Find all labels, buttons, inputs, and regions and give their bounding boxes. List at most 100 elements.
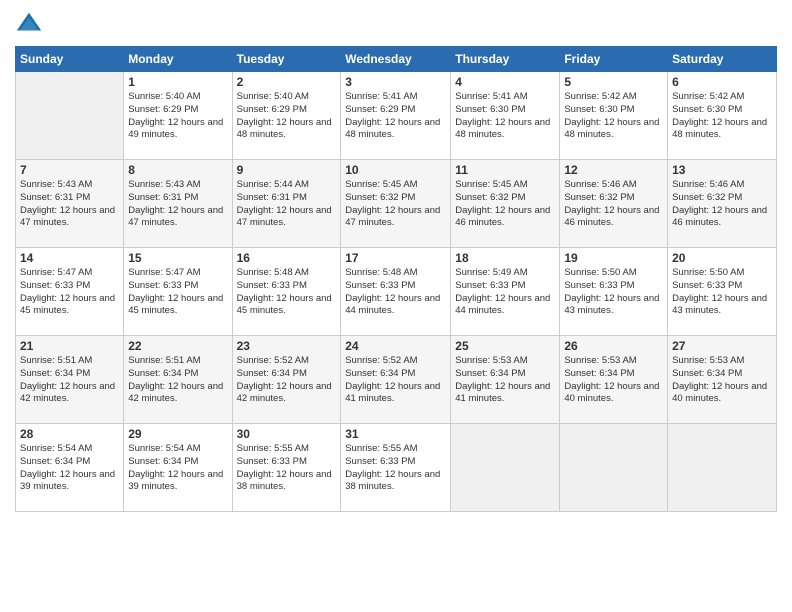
sunrise-label: Sunrise: 5:40 AM (128, 91, 200, 102)
sunset-label: Sunset: 6:32 PM (564, 192, 634, 203)
sunrise-label: Sunrise: 5:48 AM (237, 267, 309, 278)
daylight-label: Daylight: 12 hours and 38 minutes. (237, 469, 332, 493)
daylight-label: Daylight: 12 hours and 43 minutes. (672, 293, 767, 317)
sunset-label: Sunset: 6:34 PM (20, 368, 90, 379)
sunset-label: Sunset: 6:32 PM (672, 192, 742, 203)
day-cell: 28 Sunrise: 5:54 AM Sunset: 6:34 PM Dayl… (16, 424, 124, 512)
daylight-label: Daylight: 12 hours and 45 minutes. (128, 293, 223, 317)
day-cell: 12 Sunrise: 5:46 AM Sunset: 6:32 PM Dayl… (560, 160, 668, 248)
day-cell: 11 Sunrise: 5:45 AM Sunset: 6:32 PM Dayl… (451, 160, 560, 248)
sunset-label: Sunset: 6:33 PM (128, 280, 198, 291)
col-monday: Monday (124, 47, 232, 72)
day-cell (16, 72, 124, 160)
sunset-label: Sunset: 6:32 PM (455, 192, 525, 203)
day-number: 11 (455, 163, 555, 177)
daylight-label: Daylight: 12 hours and 48 minutes. (345, 117, 440, 141)
day-info: Sunrise: 5:41 AM Sunset: 6:30 PM Dayligh… (455, 91, 555, 142)
day-cell: 17 Sunrise: 5:48 AM Sunset: 6:33 PM Dayl… (341, 248, 451, 336)
day-cell: 23 Sunrise: 5:52 AM Sunset: 6:34 PM Dayl… (232, 336, 341, 424)
sunrise-label: Sunrise: 5:46 AM (672, 179, 744, 190)
day-number: 21 (20, 339, 119, 353)
sunrise-label: Sunrise: 5:46 AM (564, 179, 636, 190)
day-cell (451, 424, 560, 512)
day-number: 23 (237, 339, 337, 353)
sunset-label: Sunset: 6:31 PM (128, 192, 198, 203)
day-number: 16 (237, 251, 337, 265)
day-info: Sunrise: 5:47 AM Sunset: 6:33 PM Dayligh… (20, 267, 119, 318)
sunrise-label: Sunrise: 5:53 AM (455, 355, 527, 366)
day-info: Sunrise: 5:41 AM Sunset: 6:29 PM Dayligh… (345, 91, 446, 142)
day-number: 19 (564, 251, 663, 265)
day-number: 9 (237, 163, 337, 177)
daylight-label: Daylight: 12 hours and 47 minutes. (345, 205, 440, 229)
sunset-label: Sunset: 6:31 PM (237, 192, 307, 203)
sunset-label: Sunset: 6:34 PM (128, 456, 198, 467)
sunset-label: Sunset: 6:29 PM (128, 104, 198, 115)
sunset-label: Sunset: 6:34 PM (128, 368, 198, 379)
daylight-label: Daylight: 12 hours and 48 minutes. (455, 117, 550, 141)
day-info: Sunrise: 5:50 AM Sunset: 6:33 PM Dayligh… (672, 267, 772, 318)
daylight-label: Daylight: 12 hours and 46 minutes. (455, 205, 550, 229)
day-number: 5 (564, 75, 663, 89)
day-cell: 19 Sunrise: 5:50 AM Sunset: 6:33 PM Dayl… (560, 248, 668, 336)
sunset-label: Sunset: 6:33 PM (237, 280, 307, 291)
day-number: 13 (672, 163, 772, 177)
day-info: Sunrise: 5:46 AM Sunset: 6:32 PM Dayligh… (672, 179, 772, 230)
sunset-label: Sunset: 6:33 PM (20, 280, 90, 291)
day-cell: 22 Sunrise: 5:51 AM Sunset: 6:34 PM Dayl… (124, 336, 232, 424)
daylight-label: Daylight: 12 hours and 44 minutes. (345, 293, 440, 317)
daylight-label: Daylight: 12 hours and 49 minutes. (128, 117, 223, 141)
sunrise-label: Sunrise: 5:43 AM (20, 179, 92, 190)
week-row-4: 21 Sunrise: 5:51 AM Sunset: 6:34 PM Dayl… (16, 336, 777, 424)
sunrise-label: Sunrise: 5:48 AM (345, 267, 417, 278)
day-info: Sunrise: 5:42 AM Sunset: 6:30 PM Dayligh… (564, 91, 663, 142)
sunrise-label: Sunrise: 5:55 AM (345, 443, 417, 454)
sunrise-label: Sunrise: 5:42 AM (672, 91, 744, 102)
day-info: Sunrise: 5:48 AM Sunset: 6:33 PM Dayligh… (345, 267, 446, 318)
day-cell: 30 Sunrise: 5:55 AM Sunset: 6:33 PM Dayl… (232, 424, 341, 512)
day-number: 12 (564, 163, 663, 177)
sunset-label: Sunset: 6:34 PM (237, 368, 307, 379)
daylight-label: Daylight: 12 hours and 41 minutes. (345, 381, 440, 405)
day-info: Sunrise: 5:46 AM Sunset: 6:32 PM Dayligh… (564, 179, 663, 230)
calendar-body: 1 Sunrise: 5:40 AM Sunset: 6:29 PM Dayli… (16, 72, 777, 512)
sunrise-label: Sunrise: 5:51 AM (20, 355, 92, 366)
day-cell: 26 Sunrise: 5:53 AM Sunset: 6:34 PM Dayl… (560, 336, 668, 424)
sunrise-label: Sunrise: 5:53 AM (672, 355, 744, 366)
day-number: 24 (345, 339, 446, 353)
daylight-label: Daylight: 12 hours and 40 minutes. (564, 381, 659, 405)
header (15, 10, 777, 38)
logo (15, 10, 47, 38)
sunrise-label: Sunrise: 5:41 AM (455, 91, 527, 102)
day-info: Sunrise: 5:44 AM Sunset: 6:31 PM Dayligh… (237, 179, 337, 230)
daylight-label: Daylight: 12 hours and 40 minutes. (672, 381, 767, 405)
day-number: 17 (345, 251, 446, 265)
col-saturday: Saturday (668, 47, 777, 72)
day-info: Sunrise: 5:55 AM Sunset: 6:33 PM Dayligh… (345, 443, 446, 494)
day-info: Sunrise: 5:47 AM Sunset: 6:33 PM Dayligh… (128, 267, 227, 318)
sunrise-label: Sunrise: 5:44 AM (237, 179, 309, 190)
day-cell: 10 Sunrise: 5:45 AM Sunset: 6:32 PM Dayl… (341, 160, 451, 248)
col-tuesday: Tuesday (232, 47, 341, 72)
week-row-1: 1 Sunrise: 5:40 AM Sunset: 6:29 PM Dayli… (16, 72, 777, 160)
day-info: Sunrise: 5:43 AM Sunset: 6:31 PM Dayligh… (20, 179, 119, 230)
column-headers: Sunday Monday Tuesday Wednesday Thursday… (16, 47, 777, 72)
day-cell: 1 Sunrise: 5:40 AM Sunset: 6:29 PM Dayli… (124, 72, 232, 160)
day-number: 27 (672, 339, 772, 353)
sunset-label: Sunset: 6:33 PM (345, 280, 415, 291)
daylight-label: Daylight: 12 hours and 47 minutes. (237, 205, 332, 229)
sunrise-label: Sunrise: 5:52 AM (345, 355, 417, 366)
daylight-label: Daylight: 12 hours and 39 minutes. (128, 469, 223, 493)
daylight-label: Daylight: 12 hours and 39 minutes. (20, 469, 115, 493)
day-info: Sunrise: 5:53 AM Sunset: 6:34 PM Dayligh… (672, 355, 772, 406)
day-number: 2 (237, 75, 337, 89)
day-cell: 27 Sunrise: 5:53 AM Sunset: 6:34 PM Dayl… (668, 336, 777, 424)
day-number: 30 (237, 427, 337, 441)
sunrise-label: Sunrise: 5:53 AM (564, 355, 636, 366)
day-number: 31 (345, 427, 446, 441)
day-cell: 9 Sunrise: 5:44 AM Sunset: 6:31 PM Dayli… (232, 160, 341, 248)
sunset-label: Sunset: 6:31 PM (20, 192, 90, 203)
col-wednesday: Wednesday (341, 47, 451, 72)
sunset-label: Sunset: 6:30 PM (455, 104, 525, 115)
sunset-label: Sunset: 6:34 PM (672, 368, 742, 379)
